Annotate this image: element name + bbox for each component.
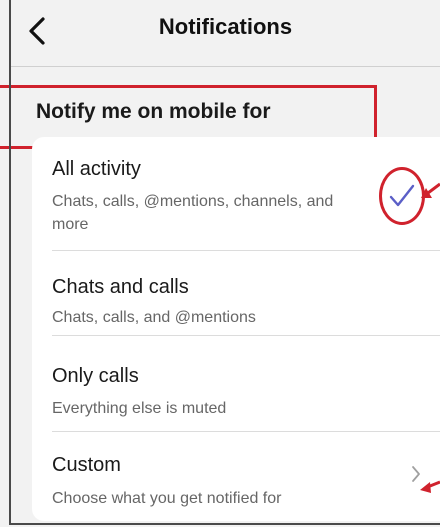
options-card: All activity Chats, calls, @mentions, ch… — [32, 137, 440, 521]
option-subtitle: Choose what you get notified for — [52, 490, 282, 507]
option-all-activity[interactable]: All activity Chats, calls, @mentions, ch… — [32, 137, 440, 251]
annotation-arrow-icon — [420, 480, 440, 493]
option-custom[interactable]: Custom Choose what you get notified for — [32, 432, 440, 521]
option-subtitle: Chats, calls, and @mentions — [52, 309, 256, 326]
option-title: All activity — [52, 158, 141, 180]
page-title: Notifications — [158, 14, 293, 39]
option-chats-and-calls[interactable]: Chats and calls Chats, calls, and @menti… — [32, 251, 440, 336]
option-title: Custom — [52, 454, 121, 476]
option-only-calls[interactable]: Only calls Everything else is muted — [32, 336, 440, 432]
section-label: Notify me on mobile for — [36, 100, 271, 123]
option-subtitle: Everything else is muted — [52, 400, 227, 417]
option-title: Chats and calls — [52, 276, 189, 298]
header-bar: Notifications — [11, 0, 440, 67]
annotation-arrow-icon — [421, 182, 440, 198]
option-title: Only calls — [52, 365, 139, 387]
option-subtitle: Chats, calls, @mentions, channels, and m… — [52, 193, 334, 233]
notifications-screen: Notifications Notify me on mobile for Al… — [0, 0, 440, 527]
checkmark-icon — [389, 184, 415, 207]
